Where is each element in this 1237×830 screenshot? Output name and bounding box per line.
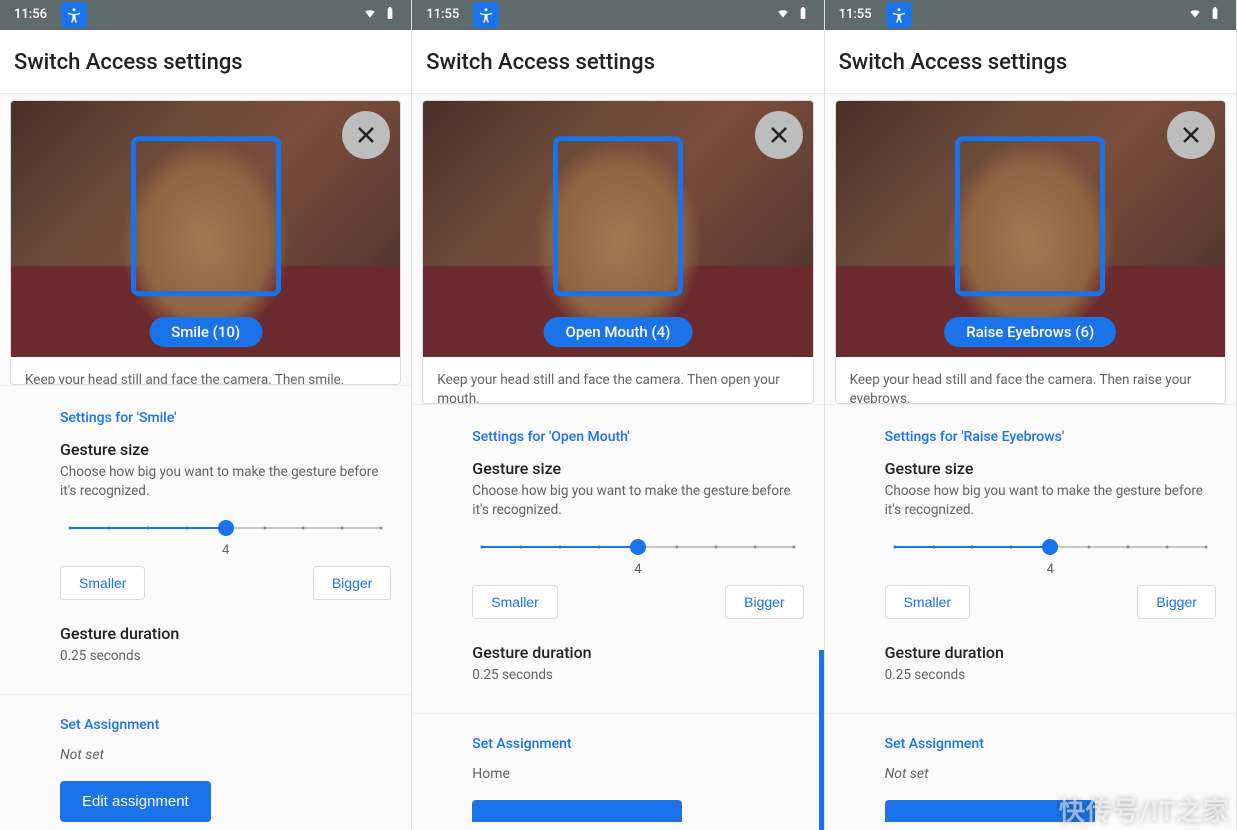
page-title: Switch Access settings [412,30,823,94]
edit-assignment-button[interactable] [472,800,682,822]
section-heading: Settings for 'Smile' [60,410,391,426]
gesture-size-description: Choose how big you want to make the gest… [472,482,803,520]
gesture-size-slider[interactable] [482,536,793,558]
screen-raise-eyebrows: 11:55 Switch Access settings Raise Eyebr… [825,0,1237,830]
close-icon [767,123,791,147]
duration-title: Gesture duration [60,624,391,643]
slider-thumb [218,520,234,536]
camera-preview: Smile (10) [11,101,400,357]
assignment-heading: Set Assignment [60,717,391,733]
face-detection-box [955,136,1105,296]
close-icon [1179,123,1203,147]
bigger-button[interactable]: Bigger [1137,585,1215,619]
battery-icon [383,6,397,24]
gesture-size-slider[interactable] [895,536,1206,558]
wifi-icon [1188,6,1202,24]
face-detection-box [553,136,683,296]
duration-value: 0.25 seconds [60,647,391,666]
accent-strip [819,650,824,830]
assignment-section: Set Assignment Home [412,713,823,830]
close-button[interactable] [755,111,803,159]
assignment-heading: Set Assignment [472,736,803,752]
camera-preview: Raise Eyebrows (6) [836,101,1225,357]
gesture-settings-section: Settings for 'Raise Eyebrows' Gesture si… [825,404,1236,713]
statusbar: 11:55 [825,0,1236,30]
camera-card: Open Mouth (4) Keep your head still and … [422,100,813,404]
gesture-settings-section: Settings for 'Smile' Gesture size Choose… [0,385,411,694]
gesture-size-title: Gesture size [885,459,1216,478]
statusbar: 11:56 [0,0,411,30]
gesture-size-slider[interactable] [70,517,381,539]
duration-value: 0.25 seconds [885,666,1216,685]
bigger-button[interactable]: Bigger [725,585,803,619]
edit-assignment-button[interactable] [885,800,1095,822]
status-time: 11:55 [426,7,459,22]
section-heading: Settings for 'Raise Eyebrows' [885,429,1216,445]
slider-thumb [1042,539,1058,555]
gesture-chip: Open Mouth (4) [544,317,693,347]
gesture-size-title: Gesture size [472,459,803,478]
slider-thumb [630,539,646,555]
accessibility-app-icon [886,2,912,28]
section-heading: Settings for 'Open Mouth' [472,429,803,445]
instruction-text: Keep your head still and face the camera… [11,357,400,386]
camera-card: Raise Eyebrows (6) Keep your head still … [835,100,1226,404]
smaller-button[interactable]: Smaller [885,585,970,619]
duration-title: Gesture duration [885,643,1216,662]
bigger-button[interactable]: Bigger [313,566,391,600]
gesture-chip: Raise Eyebrows (6) [944,317,1116,347]
status-time: 11:56 [14,7,47,22]
smaller-button[interactable]: Smaller [60,566,145,600]
duration-title: Gesture duration [472,643,803,662]
statusbar: 11:55 [412,0,823,30]
accessibility-app-icon [61,2,87,28]
close-button[interactable] [1167,111,1215,159]
assignment-value: Not set [885,766,1216,782]
close-icon [354,123,378,147]
assignment-section: Set Assignment Not set Edit assignment [0,694,411,830]
assignment-section: Set Assignment Not set [825,713,1236,830]
gesture-duration-item[interactable]: Gesture duration 0.25 seconds [60,624,391,666]
wifi-icon [776,6,790,24]
camera-preview: Open Mouth (4) [423,101,812,357]
wifi-icon [363,6,377,24]
gesture-size-title: Gesture size [60,440,391,459]
page-title: Switch Access settings [0,30,411,94]
page-title: Switch Access settings [825,30,1236,94]
screen-smile: 11:56 Switch Access settings Smile (10) … [0,0,412,830]
duration-value: 0.25 seconds [472,666,803,685]
gesture-settings-section: Settings for 'Open Mouth' Gesture size C… [412,404,823,713]
gesture-size-description: Choose how big you want to make the gest… [885,482,1216,520]
instruction-text: Keep your head still and face the camera… [836,357,1225,404]
slider-value-label: 4 [885,562,1216,577]
smaller-button[interactable]: Smaller [472,585,557,619]
assignment-value: Not set [60,747,391,763]
face-detection-box [131,136,281,296]
gesture-duration-item[interactable]: Gesture duration 0.25 seconds [885,643,1216,685]
instruction-text: Keep your head still and face the camera… [423,357,812,404]
slider-value-label: 4 [60,543,391,558]
camera-card: Smile (10) Keep your head still and face… [10,100,401,386]
slider-value-label: 4 [472,562,803,577]
gesture-chip: Smile (10) [149,317,262,347]
gesture-size-description: Choose how big you want to make the gest… [60,463,391,501]
assignment-value: Home [472,766,803,782]
gesture-duration-item[interactable]: Gesture duration 0.25 seconds [472,643,803,685]
close-button[interactable] [342,111,390,159]
screen-open-mouth: 11:55 Switch Access settings Open Mouth … [412,0,824,830]
battery-icon [1208,6,1222,24]
assignment-heading: Set Assignment [885,736,1216,752]
edit-assignment-button[interactable]: Edit assignment [60,781,211,822]
accessibility-app-icon [473,2,499,28]
battery-icon [796,6,810,24]
status-time: 11:55 [839,7,872,22]
